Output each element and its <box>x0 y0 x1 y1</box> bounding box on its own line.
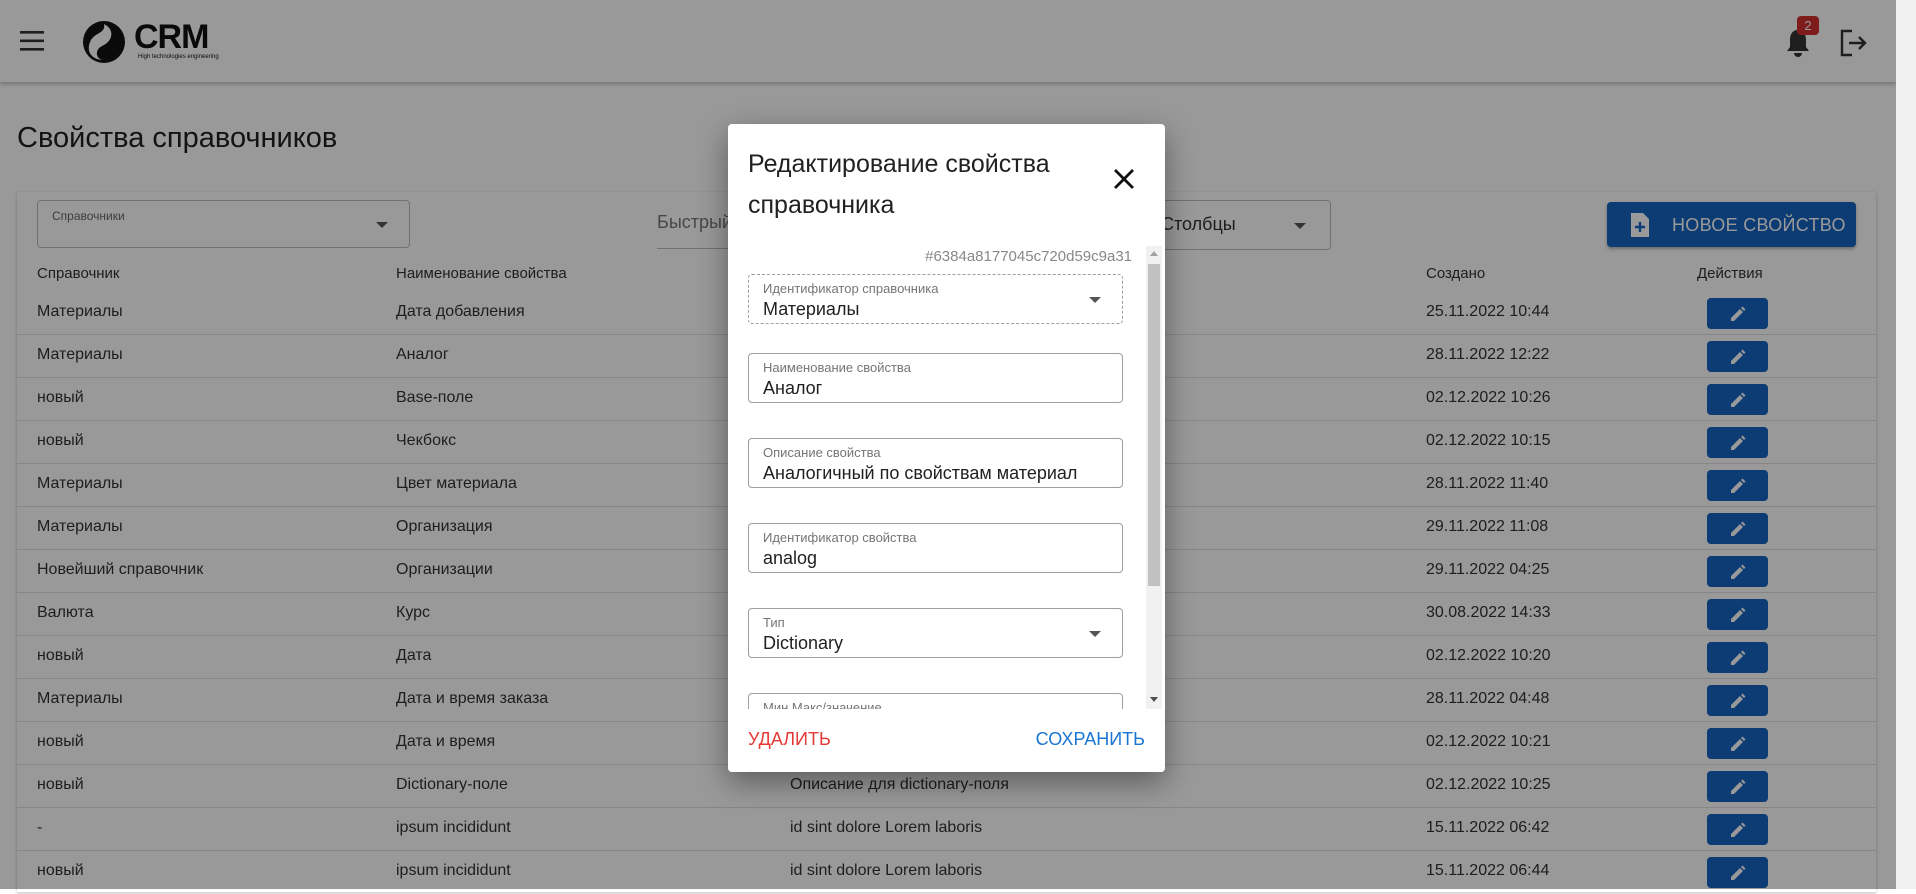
scrollbar-thumb[interactable] <box>1148 264 1160 586</box>
type-select[interactable]: Тип Dictionary <box>748 608 1123 658</box>
field-label: Идентификатор справочника <box>763 281 939 296</box>
dialog-scrollbar[interactable] <box>1146 246 1162 710</box>
edit-property-dialog: Редактирование свойства справочника #638… <box>728 124 1165 772</box>
delete-button[interactable]: УДАЛИТЬ <box>748 729 831 750</box>
save-button[interactable]: СОХРАНИТЬ <box>1036 729 1145 750</box>
scroll-down-icon[interactable] <box>1150 697 1158 702</box>
field-label: Идентификатор свойства <box>763 530 917 545</box>
property-id-input[interactable]: Идентификатор свойства analog <box>748 523 1123 573</box>
field-label: Наименование свойства <box>763 360 911 375</box>
field-value: Аналог <box>763 378 823 398</box>
dialog-title: Редактирование свойства справочника <box>748 150 1050 219</box>
dictionary-id-select[interactable]: Идентификатор справочника Материалы <box>748 274 1123 324</box>
property-name-input[interactable]: Наименование свойства Аналог <box>748 353 1123 403</box>
dialog-actions: УДАЛИТЬ СОХРАНИТЬ <box>728 709 1165 772</box>
field-value: Материалы <box>763 299 860 319</box>
chevron-down-icon <box>1089 297 1101 303</box>
close-icon[interactable] <box>1111 166 1137 192</box>
field-value: analog <box>763 548 818 568</box>
field-label: Тип <box>763 615 785 630</box>
field-label: Описание свойства <box>763 445 881 460</box>
field-value: Аналогичный по свойствам материал <box>763 463 1078 483</box>
page-scrollbar[interactable] <box>1896 0 1916 889</box>
property-description-input[interactable]: Описание свойства Аналогичный по свойств… <box>748 438 1123 488</box>
chevron-down-icon <box>1089 631 1101 637</box>
scroll-up-icon[interactable] <box>1150 251 1158 256</box>
field-value: Dictionary <box>763 633 844 653</box>
